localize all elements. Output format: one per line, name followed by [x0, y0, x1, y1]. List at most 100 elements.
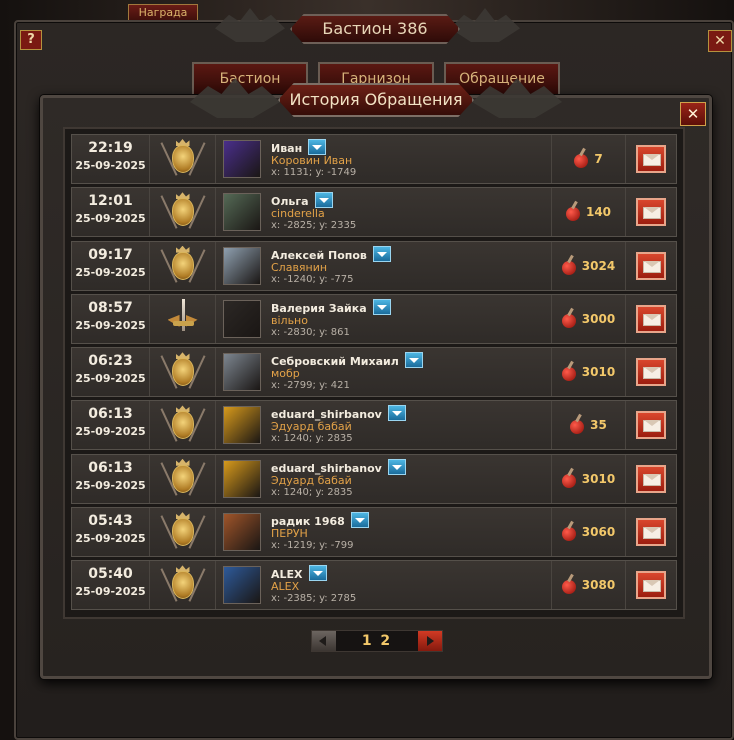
player-dropdown-button[interactable]	[404, 352, 423, 369]
row-date: 25-09-2025	[75, 265, 146, 279]
send-mail-button[interactable]	[636, 571, 666, 600]
row-date: 25-09-2025	[75, 372, 146, 386]
player-cell: eduard_shirbanov Эдуард бабай x: 1240; y…	[216, 454, 552, 503]
send-mail-button[interactable]	[636, 411, 666, 440]
mail-cell	[626, 508, 676, 556]
player-info: Иван Коровин Иван x: 1131; y: -1749	[271, 139, 356, 179]
send-mail-button[interactable]	[636, 518, 666, 547]
row-date: 25-09-2025	[75, 532, 146, 546]
avatar[interactable]	[223, 193, 261, 232]
row-date: 25-09-2025	[75, 212, 146, 226]
crest-cell	[150, 454, 216, 503]
bastion-close-button[interactable]: ✕	[708, 30, 732, 52]
row-time: 06:23	[88, 353, 133, 370]
mail-cell	[626, 188, 676, 236]
player-dropdown-button[interactable]	[350, 512, 369, 529]
page-numbers[interactable]: 1 2	[336, 633, 418, 649]
row-date: 25-09-2025	[75, 318, 146, 332]
player-dropdown-button[interactable]	[308, 565, 327, 582]
player-cell: радик 1968 ПЕРУН x: -1219; y: -799	[216, 508, 552, 557]
player-coords[interactable]: x: 1131; y: -1749	[271, 167, 356, 179]
player-coords[interactable]: x: -2830; y: 861	[271, 327, 391, 339]
row-time: 06:13	[88, 406, 133, 423]
resource-amount: 3024	[581, 258, 616, 273]
player-alliance: Коровин Иван	[271, 154, 353, 167]
avatar[interactable]	[223, 299, 261, 338]
player-cell: Себровский Михаил мобр x: -2799; y: 421	[216, 348, 552, 397]
player-name[interactable]: eduard_shirbanov	[271, 462, 382, 475]
player-coords[interactable]: x: 1240; y: 2835	[271, 487, 406, 499]
player-coords[interactable]: x: -1219; y: -799	[271, 540, 369, 552]
avatar[interactable]	[223, 513, 261, 552]
player-dropdown-button[interactable]	[372, 245, 391, 262]
resource-amount: 3000	[581, 311, 616, 326]
send-mail-button[interactable]	[636, 464, 666, 493]
next-page-button[interactable]	[418, 631, 442, 651]
player-name[interactable]: Валерия Зайка	[271, 302, 367, 315]
resource-amount: 3010	[581, 471, 616, 486]
time-cell: 22:19 25-09-2025	[72, 135, 150, 183]
blood-potion-icon	[561, 257, 576, 275]
dialog-title: История Обращения	[278, 83, 474, 117]
player-coords[interactable]: x: 1240; y: 2835	[271, 433, 406, 445]
lion-shield-icon	[159, 139, 206, 179]
avatar[interactable]	[223, 566, 261, 605]
avatar[interactable]	[223, 246, 261, 285]
player-dropdown-button[interactable]	[387, 405, 406, 422]
send-mail-button[interactable]	[636, 304, 666, 333]
resource-cell: 3080	[552, 561, 626, 610]
mail-cell	[626, 135, 676, 183]
avatar[interactable]	[223, 406, 261, 445]
time-cell: 05:40 25-09-2025	[72, 561, 150, 610]
player-name[interactable]: Алексей Попов	[271, 249, 367, 262]
player-alliance: вільно	[271, 313, 308, 327]
player-alliance: cinderella	[271, 207, 325, 221]
crest-cell	[150, 401, 216, 450]
help-button[interactable]: ?	[20, 30, 42, 50]
crest-cell	[150, 294, 216, 343]
winged-sword-icon	[167, 298, 198, 339]
blood-potion-icon	[565, 203, 580, 222]
send-mail-button[interactable]	[636, 251, 666, 280]
history-row: 09:17 25-09-2025 Алексей Попов Славянин …	[71, 240, 677, 291]
player-cell: ALEX ALEX x: -2385; y: 2785	[216, 561, 552, 610]
player-coords[interactable]: x: -2825; y: 2335	[271, 220, 356, 232]
history-row: 06:13 25-09-2025 eduard_shirbanov Эдуард…	[71, 453, 677, 504]
resource-cell: 3024	[552, 241, 626, 290]
player-dropdown-button[interactable]	[308, 139, 327, 155]
player-coords[interactable]: x: -2385; y: 2785	[271, 593, 356, 605]
avatar[interactable]	[223, 459, 261, 498]
send-mail-button[interactable]	[636, 358, 666, 387]
crest-cell	[150, 188, 216, 237]
dialog-close-button[interactable]: ✕	[680, 102, 706, 126]
player-dropdown-button[interactable]	[314, 192, 333, 209]
prev-page-button[interactable]	[312, 631, 336, 651]
player-info: Себровский Михаил мобр x: -2799; y: 421	[271, 352, 423, 392]
resource-amount: 3060	[581, 525, 616, 540]
send-mail-button[interactable]	[636, 145, 666, 173]
player-dropdown-button[interactable]	[372, 298, 391, 315]
player-dropdown-button[interactable]	[387, 458, 406, 475]
player-alliance: Эдуард бабай	[271, 473, 352, 487]
lion-shield-icon	[159, 192, 206, 232]
lion-shield-icon	[159, 352, 206, 392]
player-alliance: мобр	[271, 367, 300, 381]
blood-potion-icon	[561, 523, 576, 542]
crest-cell	[150, 135, 216, 183]
lion-shield-icon	[159, 405, 206, 445]
row-time: 22:19	[88, 140, 133, 156]
avatar[interactable]	[223, 353, 261, 392]
avatar[interactable]	[223, 140, 261, 178]
player-info: Алексей Попов Славянин x: -1240; y: -775	[271, 245, 391, 286]
player-cell: Алексей Попов Славянин x: -1240; y: -775	[216, 241, 552, 290]
player-coords[interactable]: x: -2799; y: 421	[271, 380, 423, 392]
mail-cell	[626, 401, 676, 449]
time-cell: 06:23 25-09-2025	[72, 348, 150, 397]
resource-cell: 7	[552, 135, 626, 183]
player-info: eduard_shirbanov Эдуард бабай x: 1240; y…	[271, 458, 406, 499]
send-mail-button[interactable]	[636, 198, 666, 227]
time-cell: 12:01 25-09-2025	[72, 188, 150, 237]
player-info: Ольга cinderella x: -2825; y: 2335	[271, 192, 356, 232]
mail-cell	[626, 561, 676, 609]
player-coords[interactable]: x: -1240; y: -775	[271, 274, 391, 286]
